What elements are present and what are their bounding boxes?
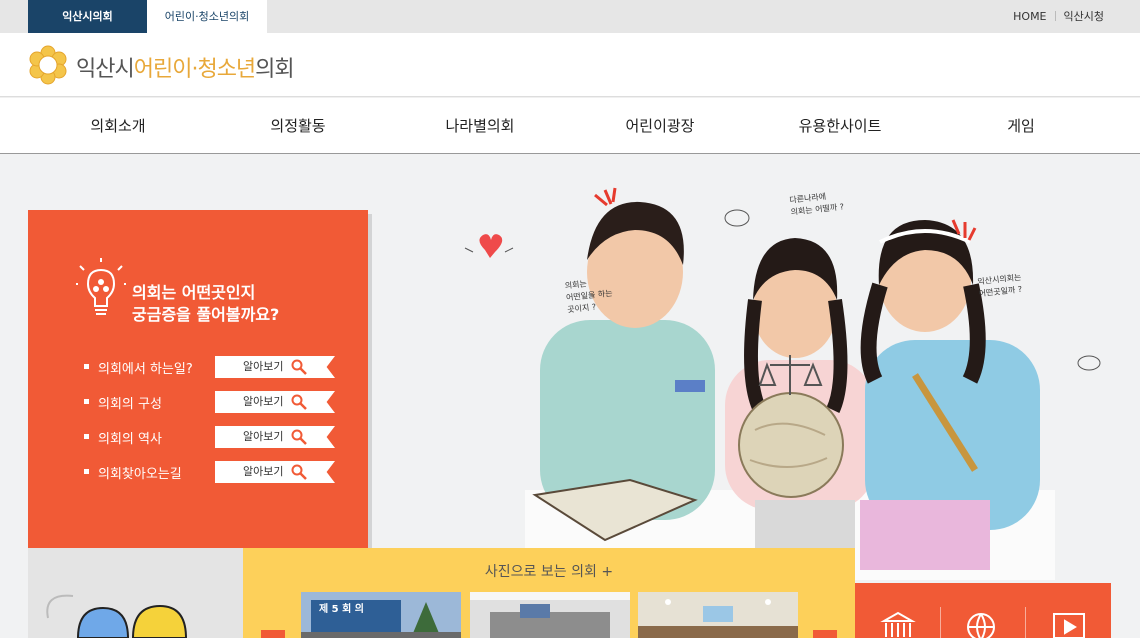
logo-youth: 어린이·청소년 — [133, 57, 256, 82]
logo-city: 익산시 — [76, 57, 135, 82]
photo-building — [301, 592, 461, 638]
home-link[interactable]: HOME — [1013, 10, 1046, 23]
top-bar: 익산시의회 어린이·청소년의회 HOME 익산시청 — [0, 0, 1140, 33]
magnifier-icon — [291, 464, 307, 480]
council-info-panel: 의회는 어떤곳인지 궁금증을 풀어볼까요? 의회에서 하는일? 알아보기 의회의… — [28, 210, 368, 548]
magnifier-icon — [291, 429, 307, 445]
question-label: 의회에서 하는일? — [98, 362, 193, 377]
tab-youth-council[interactable]: 어린이·청소년의회 — [147, 0, 267, 33]
photo-council-chamber — [638, 592, 798, 638]
quick-links-panel — [855, 583, 1111, 638]
info-title: 의회는 어떤곳인지 궁금증을 풀어볼까요? — [132, 282, 279, 326]
learn-more-button[interactable]: 알아보기 — [215, 461, 335, 483]
photo-gallery: 사진으로 보는 의회 + 제 5 회 의 — [243, 548, 855, 638]
city-hall-link[interactable]: 익산시청 — [1064, 10, 1104, 23]
nav-item-world-councils[interactable]: 나라별의회 — [390, 98, 570, 154]
note-what-council: 의회는 어떤일을 하는 곳이지 ? — [564, 276, 614, 317]
learn-more-button[interactable]: 알아보기 — [215, 426, 335, 448]
main-nav: 의회소개 의정활동 나라별의회 어린이광장 유용한사이트 게임 — [0, 98, 1140, 154]
lightbulb-icon — [76, 258, 126, 315]
question-label: 의회찾아오는길 — [98, 467, 182, 482]
gallery-thumb[interactable] — [638, 592, 798, 638]
question-label: 의회의 역사 — [98, 432, 162, 447]
bullet — [84, 399, 89, 404]
question-row: 의회찾아오는길 알아보기 — [84, 461, 354, 483]
nav-item-kids-plaza[interactable]: 어린이광장 — [570, 98, 750, 154]
video-play-icon[interactable] — [1051, 611, 1087, 638]
magnifier-icon — [291, 359, 307, 375]
question-row: 의회의 구성 알아보기 — [84, 391, 354, 413]
button-label: 알아보기 — [243, 360, 284, 373]
question-row: 의회에서 하는일? 알아보기 — [84, 356, 354, 378]
building-icon[interactable] — [880, 611, 916, 638]
divider — [1025, 607, 1026, 638]
info-title-line: 궁금증을 풀어볼까요? — [132, 305, 280, 324]
button-label: 알아보기 — [243, 465, 284, 478]
banner-text: 제 5 회 의 — [319, 604, 365, 615]
magnifier-icon — [291, 394, 307, 410]
gallery-prev-button[interactable] — [261, 630, 285, 638]
note-iksan-council: 익산시의회는 어떤곳일까 ? — [977, 272, 1023, 300]
gallery-thumb[interactable] — [470, 592, 630, 638]
bullet — [84, 364, 89, 369]
children-hero-illustration — [464, 187, 1101, 580]
nav-item-useful-sites[interactable]: 유용한사이트 — [750, 98, 930, 154]
photo-meeting-room — [470, 592, 630, 638]
character-panel — [28, 548, 243, 638]
council-seal-icon[interactable] — [28, 45, 68, 85]
site-header: 익산시어린이·청소년의회 — [0, 33, 1140, 97]
mascot-characters-icon — [46, 594, 188, 638]
question-row: 의회의 역사 알아보기 — [84, 426, 354, 448]
button-label: 알아보기 — [243, 395, 284, 408]
question-label: 의회의 구성 — [98, 397, 162, 412]
gallery-next-button[interactable] — [813, 630, 837, 638]
nav-item-games[interactable]: 게임 — [931, 98, 1111, 154]
learn-more-button[interactable]: 알아보기 — [215, 356, 335, 378]
site-logo-text[interactable]: 익산시어린이·청소년의회 — [76, 51, 295, 83]
gallery-title-text: 사진으로 보는 의회 — [484, 564, 597, 580]
gallery-title[interactable]: 사진으로 보는 의회 + — [243, 561, 855, 581]
button-label: 알아보기 — [243, 430, 284, 443]
gallery-thumb[interactable]: 제 5 회 의 — [301, 592, 461, 638]
nav-item-about[interactable]: 의회소개 — [28, 98, 208, 154]
plus-icon[interactable]: + — [601, 564, 613, 580]
divider — [1054, 11, 1056, 21]
globe-icon[interactable] — [963, 611, 999, 638]
bullet — [84, 469, 89, 474]
learn-more-button[interactable]: 알아보기 — [215, 391, 335, 413]
logo-council: 의회 — [255, 57, 294, 82]
nav-item-activities[interactable]: 의정활동 — [208, 98, 388, 154]
info-title-line: 의회는 어떤곳인지 — [132, 283, 256, 302]
divider — [940, 607, 941, 638]
bullet — [84, 434, 89, 439]
utility-links: HOME 익산시청 — [1013, 0, 1104, 33]
tab-council[interactable]: 익산시의회 — [28, 0, 147, 33]
